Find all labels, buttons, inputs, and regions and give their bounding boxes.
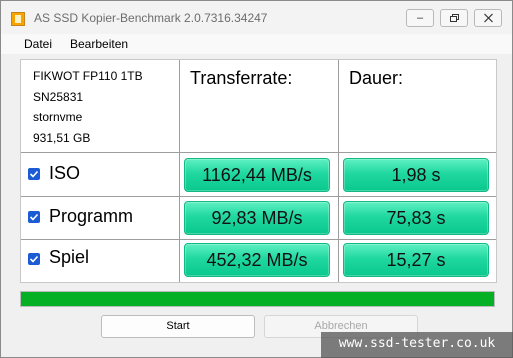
spiel-checkbox[interactable] <box>28 253 40 265</box>
duration-header: Dauer: <box>349 68 404 88</box>
row-divider <box>21 152 496 153</box>
column-divider <box>179 60 180 282</box>
app-window: AS SSD Kopier-Benchmark 2.0.7316.34247 –… <box>0 0 513 358</box>
iso-checkbox[interactable] <box>28 168 40 180</box>
window-title: AS SSD Kopier-Benchmark 2.0.7316.34247 <box>34 11 268 25</box>
results-panel: FIKWOT FP110 1TB SN25831 stornvme 931,51… <box>20 59 497 283</box>
column-divider <box>338 60 339 282</box>
drive-info: FIKWOT FP110 1TB SN25831 stornvme 931,51… <box>33 66 143 148</box>
watermark: www.ssd-tester.co.uk <box>321 332 513 358</box>
drive-serial: SN25831 <box>33 89 84 104</box>
progress-bar <box>20 291 495 307</box>
iso-label: ISO <box>49 163 81 183</box>
drive-model: FIKWOT FP110 1TB <box>33 69 143 83</box>
close-button[interactable] <box>474 9 502 27</box>
spiel-duration-value: 15,27 s <box>343 243 489 277</box>
menu-edit[interactable]: Bearbeiten <box>70 37 128 51</box>
spiel-label: Spiel <box>49 247 90 267</box>
progress-fill <box>21 292 494 306</box>
menu-bar: Datei Bearbeiten <box>1 34 512 54</box>
maximize-button[interactable] <box>440 9 468 27</box>
programm-label: Programm <box>49 206 134 226</box>
close-icon <box>484 13 493 23</box>
drive-capacity: 931,51 GB <box>33 130 91 145</box>
iso-transfer-value: 1162,44 MB/s <box>184 158 330 192</box>
programm-duration-value: 75,83 s <box>343 201 489 235</box>
app-icon <box>11 12 25 26</box>
minimize-button[interactable]: – <box>406 9 434 27</box>
programm-transfer-value: 92,83 MB/s <box>184 201 330 235</box>
minimize-icon: – <box>416 12 424 24</box>
transfer-header: Transferrate: <box>190 68 293 88</box>
programm-checkbox[interactable] <box>28 211 40 223</box>
iso-duration-value: 1,98 s <box>343 158 489 192</box>
restore-icon <box>450 14 459 22</box>
drive-driver: stornvme <box>33 110 83 124</box>
row-divider <box>21 196 496 197</box>
row-divider <box>21 239 496 240</box>
menu-file[interactable]: Datei <box>24 37 52 51</box>
title-bar: AS SSD Kopier-Benchmark 2.0.7316.34247 – <box>1 1 512 34</box>
start-button[interactable]: Start <box>101 315 255 338</box>
checkmark-icon <box>29 170 39 178</box>
checkmark-icon <box>29 213 39 221</box>
spiel-transfer-value: 452,32 MB/s <box>184 243 330 277</box>
checkmark-icon <box>29 255 39 263</box>
